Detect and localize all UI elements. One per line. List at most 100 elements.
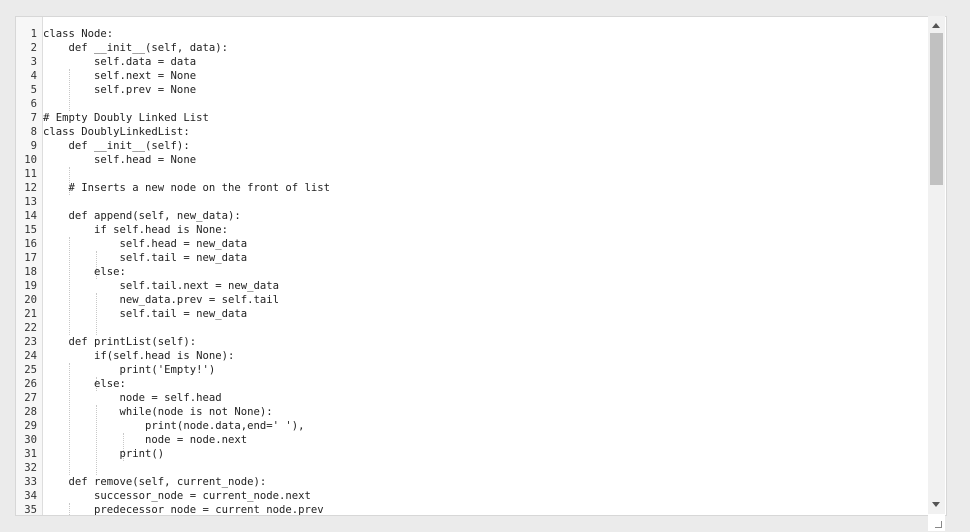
line-number: 21 xyxy=(24,308,37,320)
code-line[interactable]: 25 print('Empty!') xyxy=(24,363,946,377)
code-line[interactable]: 24 if(self.head is None): xyxy=(24,349,946,363)
line-number: 5 xyxy=(30,84,37,96)
code-text[interactable]: else: xyxy=(43,378,126,390)
code-text[interactable]: predecessor_node = current_node.prev xyxy=(43,504,324,515)
code-text[interactable]: if self.head is None: xyxy=(43,224,228,236)
code-line[interactable]: 35 predecessor_node = current_node.prev xyxy=(24,503,946,515)
code-line[interactable]: 18 else: xyxy=(24,265,946,279)
code-text[interactable]: def remove(self, current_node): xyxy=(43,476,267,488)
resize-grip-icon[interactable] xyxy=(928,514,945,531)
line-number: 6 xyxy=(30,98,37,110)
code-line[interactable]: 7 # Empty Doubly Linked List xyxy=(31,111,946,125)
code-text[interactable]: successor_node = current_node.next xyxy=(43,490,311,502)
code-text[interactable]: print() xyxy=(43,448,165,460)
code-line[interactable]: 28 while(node is not None): xyxy=(24,405,946,419)
line-number: 27 xyxy=(24,392,37,404)
vertical-scrollbar[interactable] xyxy=(928,16,945,514)
code-line[interactable]: 21 self.tail = new_data xyxy=(24,307,946,321)
code-text[interactable]: if(self.head is None): xyxy=(43,350,234,362)
line-number: 8 xyxy=(30,126,37,138)
code-text[interactable]: # Inserts a new node on the front of lis… xyxy=(43,182,331,194)
code-text[interactable]: def append(self, new_data): xyxy=(43,210,241,222)
arrow-down-icon[interactable] xyxy=(932,502,940,507)
line-number: 28 xyxy=(24,406,37,418)
code-text[interactable]: while(node is not None): xyxy=(43,406,273,418)
code-line[interactable]: 14 def append(self, new_data): xyxy=(24,209,946,223)
line-number: 15 xyxy=(24,224,37,236)
code-line[interactable]: 34 successor_node = current_node.next xyxy=(24,489,946,503)
code-text[interactable]: print(node.data,end=' '), xyxy=(43,420,304,432)
code-line[interactable]: 17 self.tail = new_data xyxy=(24,251,946,265)
line-number: 30 xyxy=(24,434,37,446)
line-number: 29 xyxy=(24,420,37,432)
scrollbar-thumb[interactable] xyxy=(930,33,943,185)
code-line[interactable]: 12 # Inserts a new node on the front of … xyxy=(24,181,946,195)
code-text[interactable]: node = node.next xyxy=(43,434,247,446)
line-number: 24 xyxy=(24,350,37,362)
code-line[interactable]: 5 self.prev = None xyxy=(31,83,946,97)
code-text[interactable]: self.tail = new_data xyxy=(43,308,248,320)
code-line[interactable]: 33 def remove(self, current_node): xyxy=(24,475,946,489)
arrow-up-icon[interactable] xyxy=(932,23,940,28)
line-number: 35 xyxy=(24,504,37,516)
code-line[interactable]: 13 xyxy=(24,195,946,209)
code-text[interactable]: def __init__(self, data): xyxy=(43,42,228,54)
line-number: 32 xyxy=(24,462,37,474)
line-number: 20 xyxy=(24,294,37,306)
line-number: 3 xyxy=(30,56,37,68)
line-number: 34 xyxy=(24,490,37,502)
line-number: 19 xyxy=(24,280,37,292)
code-text[interactable]: print('Empty!') xyxy=(43,364,216,376)
code-text[interactable]: self.next = None xyxy=(43,70,196,82)
code-line[interactable]: 15 if self.head is None: xyxy=(24,223,946,237)
code-line[interactable]: 19 self.tail.next = new_data xyxy=(24,279,946,293)
code-text[interactable]: self.tail = new_data xyxy=(43,252,248,264)
line-number: 13 xyxy=(24,196,37,208)
code-text[interactable]: self.tail.next = new_data xyxy=(43,280,279,292)
line-number: 17 xyxy=(24,252,37,264)
code-text[interactable]: self.head = None xyxy=(43,154,196,166)
line-number: 31 xyxy=(24,448,37,460)
code-line[interactable]: 20 new_data.prev = self.tail xyxy=(24,293,946,307)
code-text[interactable]: self.data = data xyxy=(43,56,196,68)
code-line[interactable]: 30 node = node.next xyxy=(24,433,946,447)
code-text[interactable]: new_data.prev = self.tail xyxy=(43,294,279,306)
code-line[interactable]: 23 def printList(self): xyxy=(24,335,946,349)
line-number: 33 xyxy=(24,476,37,488)
code-line[interactable]: 27 node = self.head xyxy=(24,391,946,405)
code-line[interactable]: 3 self.data = data xyxy=(31,55,946,69)
code-line[interactable]: 10 self.head = None xyxy=(24,153,946,167)
code-line[interactable]: 6 xyxy=(31,97,946,111)
code-text[interactable]: else: xyxy=(43,266,126,278)
code-line[interactable]: 8 class DoublyLinkedList: xyxy=(31,125,946,139)
code-text[interactable]: node = self.head xyxy=(43,392,222,404)
line-number: 2 xyxy=(30,42,37,54)
line-number: 12 xyxy=(24,182,37,194)
line-number: 26 xyxy=(24,378,37,390)
code-line[interactable]: 2 def __init__(self, data): xyxy=(31,41,946,55)
top-toolbar-strip xyxy=(0,0,970,16)
code-text[interactable]: self.head = new_data xyxy=(43,238,248,250)
code-line[interactable]: 9 def __init__(self): xyxy=(31,139,946,153)
code-line[interactable]: 29 print(node.data,end=' '), xyxy=(24,419,946,433)
code-editor[interactable]: 1 class Node: 2 def __init__(self, data): 3… xyxy=(15,16,947,516)
code-line[interactable]: 11 xyxy=(24,167,946,181)
code-line[interactable]: 22 xyxy=(24,321,946,335)
code-line[interactable]: 16 self.head = new_data xyxy=(24,237,946,251)
code-text[interactable]: def printList(self): xyxy=(43,336,197,348)
code-text[interactable]: class DoublyLinkedList: xyxy=(43,126,190,138)
code-text[interactable]: # Empty Doubly Linked List xyxy=(43,112,209,124)
code-line[interactable]: 31 print() xyxy=(24,447,946,461)
code-line[interactable]: 32 xyxy=(24,461,946,475)
code-text[interactable]: def __init__(self): xyxy=(43,140,190,152)
line-number: 16 xyxy=(24,238,37,250)
code-text[interactable]: self.prev = None xyxy=(43,84,196,96)
line-number: 18 xyxy=(24,266,37,278)
code-text[interactable]: class Node: xyxy=(43,28,113,40)
code-lines[interactable]: 1 class Node: 2 def __init__(self, data): 3… xyxy=(24,27,946,515)
code-line[interactable]: 26 else: xyxy=(24,377,946,391)
line-number: 25 xyxy=(24,364,37,376)
code-line[interactable]: 1 class Node: xyxy=(31,27,946,41)
line-number: 1 xyxy=(30,28,37,40)
code-line[interactable]: 4 self.next = None xyxy=(31,69,946,83)
